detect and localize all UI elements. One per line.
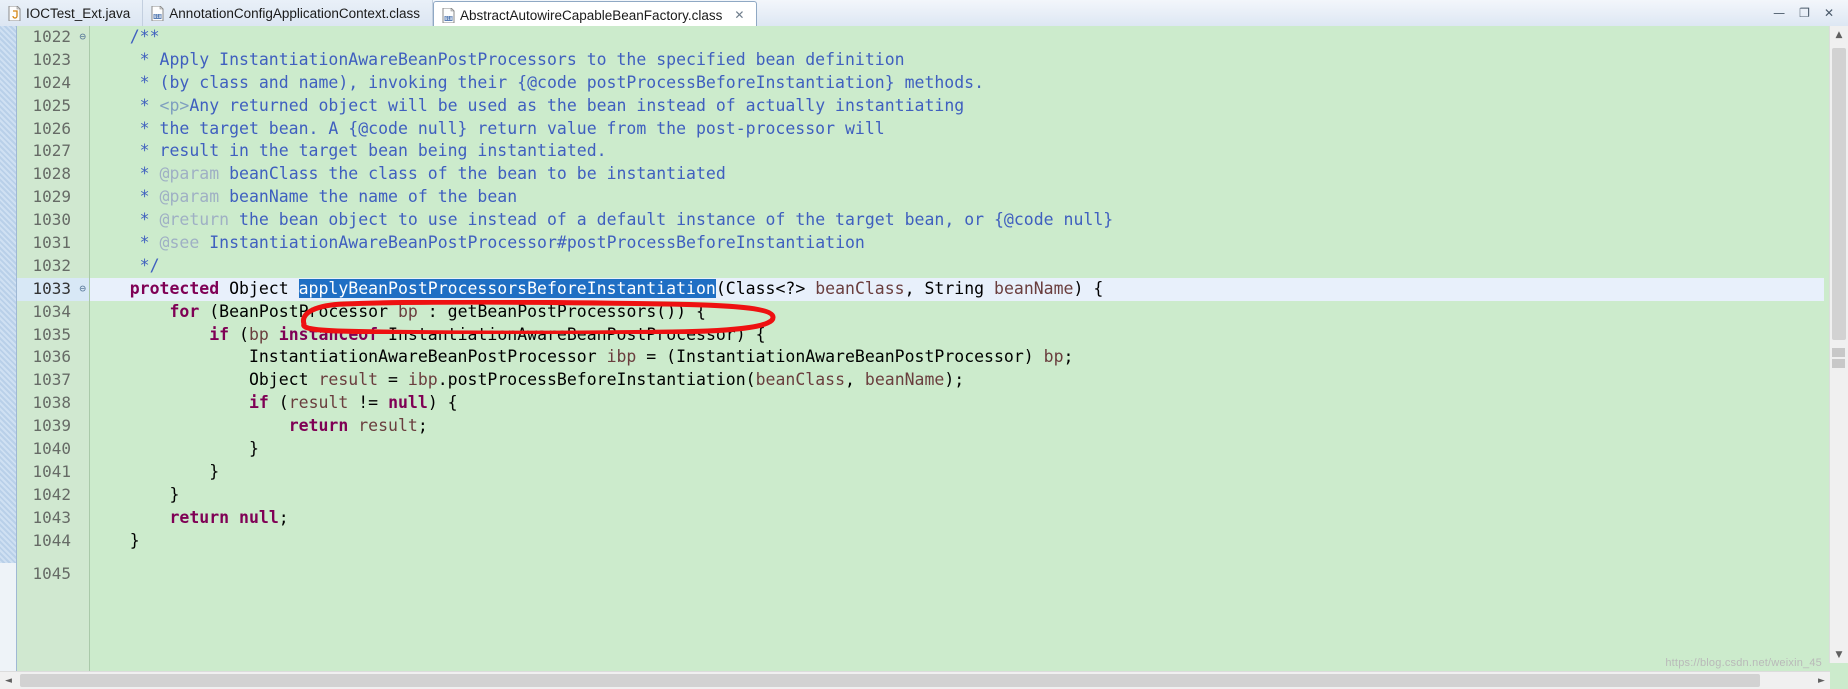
line-number: 1026 [32, 118, 71, 138]
code-line: * @param beanName the name of the bean [90, 187, 518, 207]
line-number: 1027 [32, 141, 71, 161]
line-number: 1031 [32, 233, 71, 253]
line-number: 1043 [32, 507, 71, 527]
vertical-scrollbar[interactable]: ▲ ▼ [1829, 26, 1848, 663]
scroll-right-icon[interactable]: ► [1813, 672, 1830, 689]
code-line: * the target bean. A {@code null} return… [90, 118, 885, 138]
annotation-marker-bar[interactable] [0, 26, 17, 563]
code-line: } [90, 530, 140, 550]
line-number: 1041 [32, 461, 71, 481]
watermark-text: https://blog.csdn.net/weixin_45 [1665, 657, 1822, 669]
line-number: 1044 [32, 530, 71, 550]
code-line: * <p>Any returned object will be used as… [90, 95, 965, 115]
line-number: 1029 [32, 187, 71, 207]
window-controls: — ❐ ✕ [1763, 0, 1848, 26]
class-file-icon: 010 [151, 4, 165, 21]
editor-tab-ioctest-ext-java[interactable]: IOCTest_Ext.java [0, 0, 144, 26]
line-number: 1045 [32, 564, 71, 583]
line-number: 1040 [32, 439, 71, 459]
vertical-scrollbar-thumb[interactable] [1832, 48, 1846, 340]
java-file-icon [8, 4, 21, 21]
line-number: 1034 [32, 301, 71, 321]
annotation-marker-bar-pad [0, 563, 17, 672]
line-number: 1024 [32, 72, 71, 92]
line-number-gutter: 1022 1023 1024 1025 1026 1027 1028 1029 … [17, 26, 90, 563]
code-line: if (result != null) { [248, 393, 458, 413]
svg-text:010: 010 [445, 16, 453, 21]
scrollbar-overview-mark [1832, 359, 1845, 368]
code-line: } [90, 461, 220, 481]
code-line: if (bp instanceof InstantiationAwareBean… [209, 324, 766, 344]
editor-tab-abstractautowirecapablebeanfactory-class[interactable]: 010 AbstractAutowireCapableBeanFactory.c… [432, 1, 758, 28]
code-line-method-declaration: protected Object applyBeanPostProcessors… [90, 277, 1824, 301]
line-number: 1028 [32, 164, 71, 184]
class-file-icon: 010 [442, 6, 455, 23]
scroll-down-icon[interactable]: ▼ [1830, 646, 1848, 663]
horizontal-scrollbar[interactable]: ◄ ► [0, 671, 1830, 689]
line-number: 1022 [17, 26, 89, 49]
line-number: 1030 [32, 210, 71, 230]
code-text-area[interactable]: /** * Apply InstantiationAwareBeanPostPr… [90, 26, 1824, 563]
code-line: */ [90, 255, 160, 275]
scroll-up-icon[interactable]: ▲ [1830, 26, 1848, 43]
line-number: 1037 [32, 370, 71, 390]
code-line: InstantiationAwareBeanPostProcessor ibp … [90, 347, 1074, 367]
scroll-left-icon[interactable]: ◄ [0, 672, 17, 689]
line-number: 1038 [32, 393, 71, 413]
line-number: 1036 [32, 347, 71, 367]
editor-bottom-strip: 1045 [0, 563, 1830, 672]
code-editor[interactable]: 1022 1023 1024 1025 1026 1027 1028 1029 … [0, 26, 1848, 689]
editor-tab-label: IOCTest_Ext.java [26, 5, 131, 21]
close-icon[interactable]: ✕ [1824, 7, 1834, 19]
code-line: * @see InstantiationAwareBeanPostProcess… [90, 233, 865, 253]
line-number: 1025 [32, 95, 71, 115]
line-number: 1033 [17, 277, 89, 301]
editor-tab-label: AbstractAutowireCapableBeanFactory.class [459, 7, 723, 23]
eclipse-editor-window: IOCTest_Ext.java 010 AnnotationConfigApp… [0, 0, 1848, 689]
line-number: 1023 [32, 49, 71, 69]
code-line: * result in the target bean being instan… [90, 141, 607, 161]
code-line: Object result = ibp.postProcessBeforeIns… [90, 370, 965, 390]
code-line: } [90, 439, 259, 459]
code-line: * @return the bean object to use instead… [90, 210, 1114, 230]
selected-method-name: applyBeanPostProcessorsBeforeInstantiati… [298, 278, 716, 298]
code-line: return null; [169, 507, 289, 527]
line-number: 1039 [32, 416, 71, 436]
code-line: * (by class and name), invoking their {@… [90, 72, 985, 92]
editor-tab-annotationconfigapplicationcontext-class[interactable]: 010 AnnotationConfigApplicationContext.c… [143, 0, 433, 26]
code-line: for (BeanPostProcessor bp : getBeanPostP… [169, 301, 706, 321]
code-line: } [90, 484, 180, 504]
code-line: return result; [288, 416, 428, 436]
scrollbar-overview-mark [1832, 348, 1845, 357]
close-icon[interactable]: ✕ [734, 9, 744, 21]
minimize-icon[interactable]: — [1773, 7, 1785, 19]
horizontal-scrollbar-thumb[interactable] [20, 674, 1760, 687]
code-line: * Apply InstantiationAwareBeanPostProces… [90, 49, 905, 69]
editor-tab-bar: IOCTest_Ext.java 010 AnnotationConfigApp… [0, 0, 1848, 28]
code-line: /** [90, 27, 160, 46]
maximize-icon[interactable]: ❐ [1799, 7, 1810, 19]
editor-tab-label: AnnotationConfigApplicationContext.class [169, 5, 420, 21]
line-number: 1035 [32, 324, 71, 344]
code-line: * @param beanClass the class of the bean… [90, 164, 726, 184]
line-number: 1042 [32, 484, 71, 504]
line-number: 1032 [32, 255, 71, 275]
svg-text:010: 010 [154, 14, 162, 19]
